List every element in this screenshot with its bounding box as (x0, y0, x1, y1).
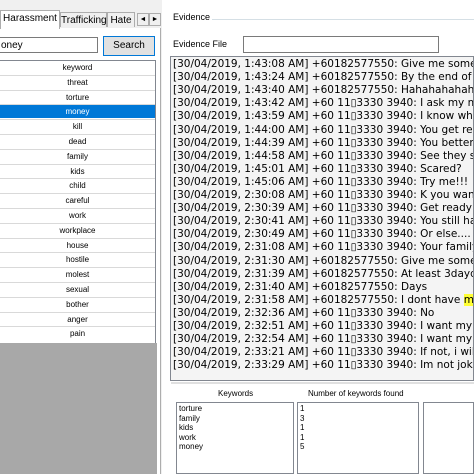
keyword-list-item[interactable]: workplace (0, 224, 155, 237)
message-text: [30/04/2019, 2:33:21 AM] +60 11▯3330 394… (173, 346, 474, 359)
extra-results-box (423, 402, 474, 474)
chat-message: [30/04/2019, 2:32:51 AM] +60 11▯3330 394… (173, 320, 474, 333)
chat-message: [30/04/2019, 2:31:39 AM] +60182577550: A… (173, 267, 474, 281)
chat-message: [30/04/2019, 2:30:08 AM] +60 11▯3330 394… (173, 189, 474, 202)
chat-message: [30/04/2019, 1:43:08 AM] +60182577550: G… (173, 58, 474, 71)
keyword-list-item[interactable]: pain (0, 327, 155, 340)
message-text: [30/04/2019, 2:32:36 AM] +60 11▯3330 394… (173, 306, 435, 319)
evidence-file-input[interactable] (243, 36, 439, 53)
chat-message: [30/04/2019, 1:43:59 AM] +60 11▯3330 394… (173, 110, 474, 123)
message-text: [30/04/2019, 1:44:00 AM] +60 11▯3330 394… (173, 123, 474, 136)
chat-message: [30/04/2019, 2:33:21 AM] +60 11▯3330 394… (173, 346, 474, 359)
search-input[interactable]: oney (0, 37, 98, 53)
keyword-highlight: money (463, 293, 473, 306)
message-text: [30/04/2019, 2:32:54 AM] +60 11▯3330 394… (173, 333, 474, 346)
chat-message: [30/04/2019, 2:30:49 AM] +60 11▯3330 394… (173, 228, 471, 241)
message-text: [30/04/2019, 1:43:40 AM] +60182577550: H… (173, 84, 474, 97)
chat-message: [30/04/2019, 1:44:58 AM] +60 11▯3330 394… (173, 149, 474, 163)
message-text: [30/04/2019, 2:31:39 AM] +60182577550: A… (173, 267, 474, 280)
message-text: [30/04/2019, 2:30:39 AM] +60 11▯3330 394… (173, 202, 474, 215)
message-text: [30/04/2019, 2:30:49 AM] +60 11▯3330 394… (173, 228, 471, 241)
tab-harassment[interactable]: Harassment (0, 10, 60, 29)
chat-message: [30/04/2019, 1:43:40 AM] +60182577550: H… (173, 84, 474, 97)
chat-message: [30/04/2019, 1:43:42 AM] +60 11▯3330 394… (173, 97, 474, 110)
category-tabs: Harassment Trafficking Hate ◄ ► (0, 10, 162, 29)
message-text: [30/04/2019, 1:43:59 AM] +60 11▯3330 394… (173, 110, 474, 123)
chat-message: [30/04/2019, 2:31:58 AM] +60182577550: I… (173, 293, 473, 307)
evidence-chat-log[interactable]: [30/04/2019, 1:43:08 AM] +60182577550: G… (170, 56, 474, 381)
message-text: [30/04/2019, 1:45:06 AM] +60 11▯3330 394… (173, 175, 469, 188)
keyword-count-item[interactable]: 5 (300, 442, 304, 452)
chat-message: [30/04/2019, 2:31:30 AM] +60182577550: G… (173, 254, 474, 268)
message-text: [30/04/2019, 2:31:58 AM] +60182577550: I… (173, 293, 464, 306)
found-keyword-item[interactable]: money (179, 442, 203, 452)
message-text: [30/04/2019, 1:43:42 AM] +60 11▯3330 394… (173, 97, 474, 110)
keyword-counts-list[interactable]: 13115 (297, 402, 419, 474)
search-button[interactable]: Search (103, 36, 155, 56)
evidence-file-label: Evidence File (173, 39, 228, 49)
found-keyword-item[interactable]: work (179, 433, 196, 443)
chat-message: [30/04/2019, 1:45:01 AM] +60 11▯3330 394… (173, 163, 462, 176)
message-text: [30/04/2019, 1:45:01 AM] +60 11▯3330 394… (173, 162, 462, 175)
chat-message: [30/04/2019, 1:44:00 AM] +60 11▯3330 394… (173, 123, 474, 137)
keyword-count-item[interactable]: 3 (300, 414, 304, 424)
message-text: [30/04/2019, 2:31:08 AM] +60 11▯3330 394… (173, 241, 474, 254)
chat-message: [30/04/2019, 2:32:36 AM] +60 11▯3330 394… (173, 307, 434, 320)
keyword-list-item[interactable]: hostile (0, 253, 155, 266)
tab-hate[interactable]: Hate (107, 12, 135, 27)
keyword-list-item[interactable]: torture (0, 91, 155, 104)
message-text: [30/04/2019, 1:44:39 AM] +60 11▯3330 394… (173, 136, 474, 149)
chat-message: [30/04/2019, 1:44:39 AM] +60 11▯3330 394… (173, 136, 474, 150)
keyword-list-item[interactable]: work (0, 209, 155, 222)
tab-scroll-left-icon[interactable]: ◄ (137, 13, 149, 26)
message-text: [30/04/2019, 2:31:40 AM] +60182577550: D… (173, 280, 428, 293)
keyword-list-item[interactable]: money (0, 105, 155, 119)
found-keyword-item[interactable]: torture (179, 404, 202, 414)
message-text: [30/04/2019, 2:32:51 AM] +60 11▯3330 394… (173, 320, 474, 332)
keyword-list-item[interactable]: bother (0, 298, 155, 311)
keyword-list-item[interactable]: child (0, 179, 155, 192)
chat-message: [30/04/2019, 2:32:54 AM] +60 11▯3330 394… (173, 333, 474, 346)
message-text: [30/04/2019, 2:30:41 AM] +60 11▯3330 394… (173, 215, 474, 228)
keyword-count-item[interactable]: 1 (300, 423, 304, 433)
keyword-list-item[interactable]: sexual (0, 283, 155, 296)
found-keywords-list[interactable]: torture family kids work money (176, 402, 294, 474)
found-keyword-item[interactable]: kids (179, 423, 193, 433)
found-keyword-item[interactable]: family (179, 414, 200, 424)
tab-scroll-right-icon[interactable]: ► (149, 13, 161, 26)
keyword-list-item[interactable]: house (0, 239, 155, 252)
keyword-count-item[interactable]: 1 (300, 404, 304, 414)
chat-message: [30/04/2019, 1:45:06 AM] +60 11▯3330 394… (173, 176, 468, 189)
keyword-list-item[interactable]: anger (0, 313, 155, 326)
keywords-column-header: Keywords (218, 389, 254, 398)
message-text: [30/04/2019, 1:44:58 AM] +60 11▯3330 394… (173, 149, 474, 162)
chat-message: [30/04/2019, 2:31:08 AM] +60 11▯3330 394… (173, 241, 474, 254)
message-text: [30/04/2019, 2:31:30 AM] +60182577550: G… (173, 254, 474, 267)
keyword-list-item[interactable]: keyword (0, 61, 155, 74)
keyword-list-item[interactable]: kids (0, 165, 155, 178)
keyword-count-item[interactable]: 1 (300, 433, 304, 443)
keyword-list-item[interactable]: molest (0, 268, 155, 281)
chat-message: [30/04/2019, 2:30:41 AM] +60 11▯3330 394… (173, 215, 474, 228)
message-text: [30/04/2019, 1:43:24 AM] +60182577550: B… (173, 71, 474, 84)
keyword-list-item[interactable]: family (0, 150, 155, 163)
chat-message: [30/04/2019, 1:43:24 AM] +60182577550: B… (173, 71, 474, 84)
tab-trafficking[interactable]: Trafficking (60, 12, 107, 27)
keyword-list-item[interactable]: threat (0, 76, 155, 89)
group-divider (212, 19, 474, 20)
chat-message: [30/04/2019, 2:33:29 AM] +60 11▯3330 394… (173, 359, 474, 372)
empty-area (0, 343, 157, 474)
keyword-list[interactable]: keyword threat torture money kill dead family k… (0, 60, 156, 344)
keyword-list-item[interactable]: dead (0, 135, 155, 148)
message-text: [30/04/2019, 1:43:08 AM] +60182577550: G… (173, 58, 474, 70)
keyword-list-item[interactable]: kill (0, 120, 155, 133)
message-text: [30/04/2019, 2:33:29 AM] +60 11▯3330 394… (173, 359, 474, 372)
keyword-list-item[interactable]: careful (0, 194, 155, 207)
message-text: [30/04/2019, 2:30:08 AM] +60 11▯3330 394… (173, 189, 474, 201)
horizontal-scrollbar[interactable] (171, 382, 474, 384)
chat-message: [30/04/2019, 2:30:39 AM] +60 11▯3330 394… (173, 202, 474, 215)
evidence-group-label: Evidence (173, 12, 211, 22)
count-column-header: Number of keywords found (308, 389, 404, 398)
chat-message: [30/04/2019, 2:31:40 AM] +60182577550: D… (173, 281, 427, 294)
